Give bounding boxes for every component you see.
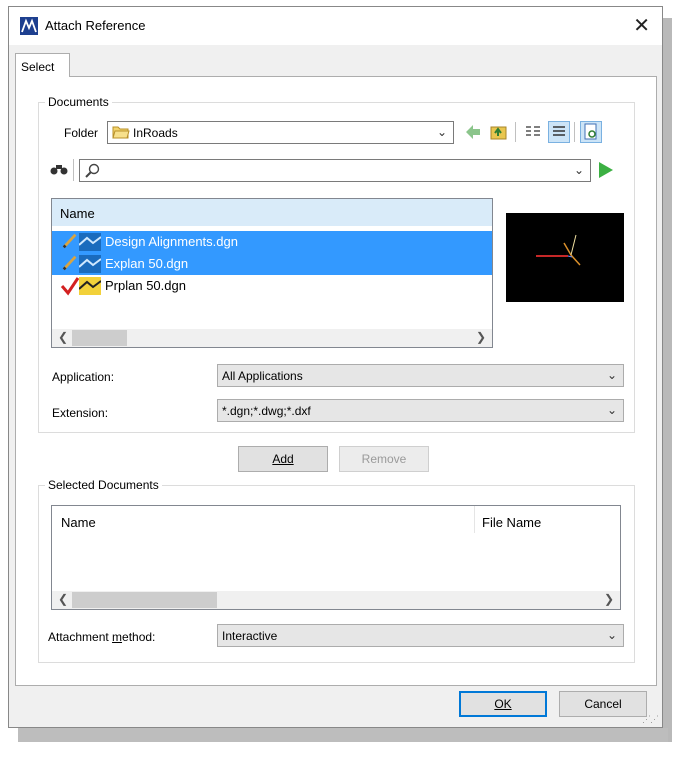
details-view-button[interactable] (548, 121, 570, 143)
file-row[interactable]: Prplan 50.dgn (52, 275, 492, 297)
toolbar-separator (574, 122, 575, 142)
binoculars-icon[interactable] (50, 162, 68, 176)
remove-button-label: Remove (361, 452, 407, 466)
window-shadow-bottom (18, 728, 668, 742)
documents-legend: Documents (45, 95, 112, 109)
file-name: Prplan 50.dgn (105, 278, 186, 293)
column-divider (474, 506, 475, 533)
scroll-left-icon[interactable]: ❮ (58, 592, 68, 606)
attachment-method-label: Attachment method: (48, 630, 156, 644)
tab-select[interactable]: Select (15, 53, 70, 77)
pencil-icon (62, 255, 77, 271)
scroll-right-icon[interactable]: ❯ (604, 592, 614, 606)
checkmark-icon (60, 277, 80, 296)
title-bar: Attach Reference ✕ (9, 7, 662, 45)
documents-file-list[interactable]: Name Design Alignments.dgn Explan 50.dgn… (51, 198, 493, 348)
add-button-label: Add (272, 452, 294, 466)
extension-combo[interactable]: *.dgn;*.dwg;*.dxf ⌄ (217, 399, 624, 422)
chevron-down-icon[interactable]: ⌄ (605, 626, 619, 644)
dgn-file-icon (79, 255, 101, 273)
back-arrow-icon[interactable] (462, 121, 484, 143)
attachment-method-value: Interactive (222, 629, 278, 643)
ok-button-label: OK (494, 697, 512, 711)
file-row[interactable]: Explan 50.dgn (52, 253, 492, 275)
toolbar-separator (515, 122, 516, 142)
file-name: Explan 50.dgn (105, 256, 189, 271)
application-value: All Applications (222, 369, 303, 383)
name-column-header[interactable]: Name (52, 199, 492, 226)
file-name: Design Alignments.dgn (105, 234, 238, 249)
details-view-icon (553, 126, 565, 136)
folder-label: Folder (64, 126, 99, 140)
name-column-header[interactable]: Name (61, 515, 96, 530)
attachment-method-combo[interactable]: Interactive ⌄ (217, 624, 624, 647)
close-icon[interactable]: ✕ (633, 13, 650, 38)
preview-toggle-button[interactable] (580, 121, 602, 143)
documents-group: Documents Folder InRoads ⌄ ⌄ Name Design… (38, 95, 635, 433)
file-name-column-header[interactable]: File Name (482, 515, 541, 530)
preview-image (506, 213, 624, 302)
remove-button[interactable]: Remove (339, 446, 429, 472)
chevron-down-icon[interactable]: ⌄ (435, 123, 449, 141)
folder-value: InRoads (133, 126, 178, 140)
horizontal-scrollbar[interactable]: ❮ ❯ (52, 591, 620, 609)
preview-drawing (536, 234, 581, 266)
scroll-left-icon[interactable]: ❮ (58, 330, 68, 344)
cancel-button-label: Cancel (584, 697, 622, 711)
select-tab-panel: Documents Folder InRoads ⌄ ⌄ Name Design… (15, 76, 657, 686)
add-button[interactable]: Add (238, 446, 328, 472)
chevron-down-icon[interactable]: ⌄ (572, 161, 586, 179)
attach-reference-dialog: Attach Reference ✕ Select Documents Fold… (8, 6, 663, 728)
search-combo[interactable]: ⌄ (79, 159, 591, 182)
file-row[interactable]: Design Alignments.dgn (52, 231, 492, 253)
extension-value: *.dgn;*.dwg;*.dxf (222, 404, 311, 418)
dgn-file-icon (79, 233, 101, 251)
window-title: Attach Reference (45, 18, 146, 33)
folder-combo[interactable]: InRoads ⌄ (107, 121, 454, 144)
list-view-icon[interactable] (522, 121, 544, 143)
preview-icon (584, 123, 597, 140)
selected-documents-group: Selected Documents Name File Name ❮ ❯ At… (38, 478, 635, 663)
go-search-icon[interactable] (597, 160, 615, 180)
ok-button[interactable]: OK (459, 691, 547, 717)
scroll-right-icon[interactable]: ❯ (476, 330, 486, 344)
up-folder-icon[interactable] (488, 121, 510, 143)
chevron-down-icon[interactable]: ⌄ (605, 366, 619, 384)
folder-icon (112, 126, 130, 139)
chevron-down-icon[interactable]: ⌄ (605, 401, 619, 419)
selected-documents-list[interactable]: Name File Name ❮ ❯ (51, 505, 621, 610)
cancel-button[interactable]: Cancel (559, 691, 647, 717)
horizontal-scrollbar[interactable]: ❮ ❯ (52, 329, 492, 347)
microstation-app-icon (20, 17, 38, 35)
scroll-thumb[interactable] (72, 592, 217, 608)
dgn-file-icon (79, 277, 101, 295)
application-label: Application: (52, 370, 115, 384)
pencil-icon (62, 233, 77, 249)
window-shadow-right (662, 18, 672, 742)
search-separator (73, 159, 74, 181)
application-combo[interactable]: All Applications ⌄ (217, 364, 624, 387)
resize-grip-icon[interactable]: ⋰⋰ (642, 714, 659, 725)
search-filter-icon (85, 163, 100, 178)
selected-documents-legend: Selected Documents (45, 478, 162, 492)
extension-label: Extension: (52, 406, 109, 420)
scroll-thumb[interactable] (72, 330, 127, 346)
